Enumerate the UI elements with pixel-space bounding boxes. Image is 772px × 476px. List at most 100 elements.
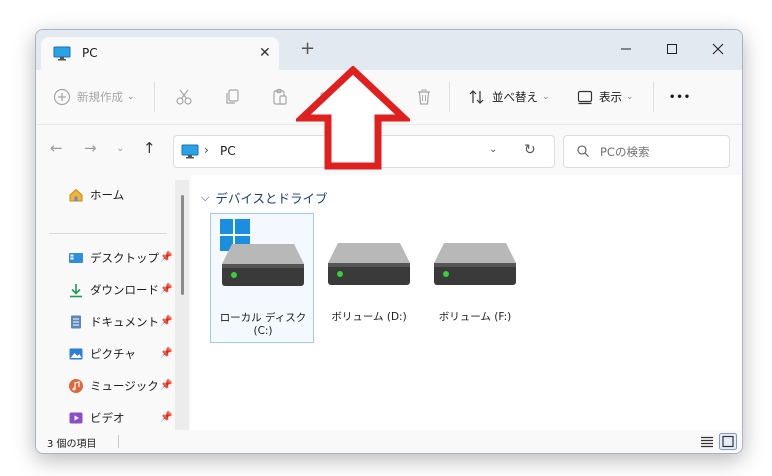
recent-chevron-icon[interactable]: ⌄ [116, 143, 124, 154]
copy-icon [226, 89, 239, 104]
home-icon [69, 188, 83, 202]
tab-title: PC [82, 46, 98, 60]
view-button-label: 表示 [599, 90, 622, 104]
download-arrow-icon [70, 284, 82, 298]
sidebar-item-documents[interactable]: ドキュメント [68, 312, 159, 332]
new-tab-plus-icon[interactable]: + [300, 38, 315, 59]
more-options-button[interactable]: ••• [669, 85, 691, 109]
drive-f[interactable]: ボリューム (F:) [423, 213, 527, 343]
tab-pc[interactable]: PC ✕ [41, 37, 279, 70]
close-icon [712, 43, 724, 55]
refresh-icon[interactable]: ↻ [524, 142, 536, 158]
close-window-button[interactable] [698, 36, 738, 62]
chevron-down-icon: ⌵ [201, 190, 210, 204]
new-button[interactable]: 新規作成 ⌄ [53, 85, 135, 109]
status-divider [118, 435, 119, 448]
sidebar-item-label: デスクトップ [90, 251, 159, 265]
sidebar-item-home[interactable]: ホーム [68, 185, 124, 205]
sidebar-item-pictures[interactable]: ピクチャ [68, 344, 136, 364]
sidebar-item-label: ドキュメント [90, 315, 159, 329]
details-view-button[interactable] [698, 433, 716, 450]
toolbar-divider [154, 82, 155, 112]
content-pane: ⌵ デバイスとドライブ ローカル ディスク (C:) ボリューム (D:) ボリ… [191, 175, 742, 430]
view-button[interactable]: 表示 ⌄ [577, 85, 634, 109]
scissors-icon [176, 89, 192, 105]
chevron-down-icon: ⌄ [127, 92, 135, 102]
cut-button[interactable] [175, 85, 193, 109]
navigation-pane: ホーム デスクトップ 📌 ダウンロード 📌 ドキュメント 📌 ピクチャ 📌 ミュ… [36, 175, 186, 430]
search-box[interactable] [563, 135, 730, 168]
minimize-button[interactable] [606, 36, 646, 62]
chevron-down-icon: ⌄ [626, 92, 634, 102]
sidebar-item-desktop[interactable]: デスクトップ [68, 248, 159, 268]
tiles-view-button[interactable] [719, 433, 737, 450]
sidebar-item-label: ホーム [90, 188, 125, 202]
details-list-icon [701, 436, 713, 448]
sidebar-item-downloads[interactable]: ダウンロード [68, 280, 159, 300]
sidebar-item-label: ミュージック [90, 379, 159, 393]
sidebar-scrollbar-thumb[interactable] [181, 195, 184, 295]
drive-label: ボリューム (F:) [438, 311, 512, 323]
toolbar-divider [449, 82, 450, 112]
monitor-icon [53, 46, 71, 61]
drive-d[interactable]: ボリューム (D:) [317, 213, 421, 343]
music-icon [69, 379, 83, 393]
item-count: 3 個の項目 [47, 439, 97, 450]
chevron-down-icon: ⌄ [542, 92, 550, 102]
pin-icon[interactable]: 📌 [160, 380, 172, 391]
pin-icon[interactable]: 📌 [160, 316, 172, 327]
view-layout-icon [577, 90, 593, 105]
search-icon [577, 145, 589, 157]
picture-icon [69, 348, 83, 360]
document-icon [71, 315, 81, 329]
drive-c[interactable]: ローカル ディスク (C:) [210, 213, 314, 343]
title-bar: PC ✕ + [36, 30, 742, 70]
sort-arrows-icon [469, 90, 484, 104]
desktop-icon [69, 253, 83, 263]
new-button-label: 新規作成 [77, 90, 123, 104]
drive-label: ローカル ディスク (C:) [219, 312, 307, 337]
forward-arrow-icon[interactable]: → [84, 139, 97, 157]
back-arrow-icon[interactable]: ← [50, 139, 63, 157]
maximize-button[interactable] [652, 36, 692, 62]
pin-icon[interactable]: 📌 [160, 348, 172, 359]
sort-button[interactable]: 並べ替え ⌄ [468, 85, 550, 109]
trash-icon [418, 89, 430, 105]
devices-drives-group-header[interactable]: ⌵ デバイスとドライブ [201, 188, 327, 207]
video-icon [69, 412, 83, 424]
sidebar-divider [49, 233, 167, 234]
monitor-icon [181, 144, 199, 159]
sidebar-item-label: ビデオ [90, 411, 125, 425]
sidebar-item-music[interactable]: ミュージック [68, 376, 159, 396]
hard-drive-windows-icon [220, 219, 304, 286]
up-arrow-icon[interactable]: ↑ [143, 139, 156, 157]
status-bar: 3 個の項目 [36, 430, 742, 453]
hard-drive-icon [328, 243, 410, 285]
delete-button[interactable] [415, 85, 433, 109]
maximize-icon [667, 44, 677, 54]
breadcrumb-chevron-icon: › [204, 143, 209, 157]
clipboard-icon [273, 88, 287, 105]
group-title: デバイスとドライブ [215, 191, 328, 206]
sidebar-item-label: ピクチャ [90, 347, 136, 361]
copy-button[interactable] [223, 85, 241, 109]
red-up-arrow-annotation [296, 66, 410, 170]
pin-icon[interactable]: 📌 [160, 412, 172, 423]
breadcrumb-pc[interactable]: PC [220, 144, 236, 158]
search-input[interactable] [598, 142, 722, 162]
drive-label: ボリューム (D:) [331, 311, 407, 323]
hard-drive-icon [434, 243, 516, 285]
pin-icon[interactable]: 📌 [160, 252, 172, 263]
minimize-icon [621, 48, 631, 50]
sidebar-item-label: ダウンロード [90, 283, 159, 297]
sidebar-item-videos[interactable]: ビデオ [68, 408, 125, 428]
more-dots-icon: ••• [669, 91, 692, 103]
sort-button-label: 並べ替え [492, 90, 538, 104]
plus-circle-icon [53, 88, 71, 106]
tab-close-icon[interactable]: ✕ [259, 45, 271, 61]
address-dropdown-icon[interactable]: ⌄ [489, 144, 497, 155]
pin-icon[interactable]: 📌 [160, 284, 172, 295]
toolbar-divider [653, 82, 654, 112]
tiles-view-icon [719, 433, 737, 450]
paste-button[interactable] [271, 85, 289, 109]
